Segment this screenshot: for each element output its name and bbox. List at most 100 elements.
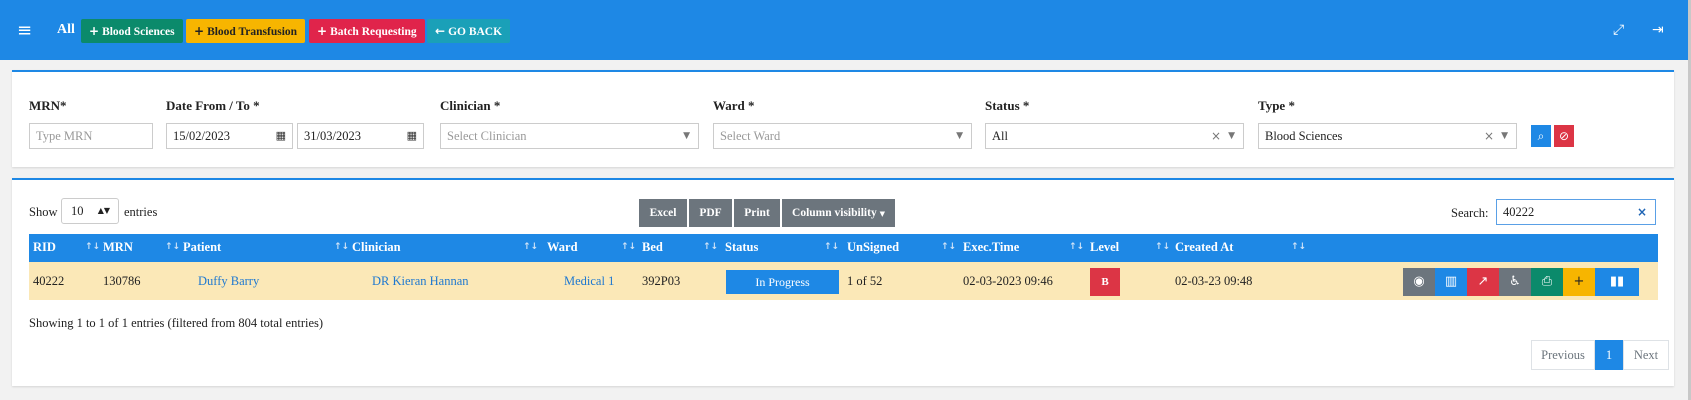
wheelchair-button[interactable]: ♿ [1499,268,1531,296]
view-button[interactable]: ◉ [1403,268,1435,296]
table-row[interactable]: 40222 130786 Duffy Barry DR Kieran Hanna… [29,262,1658,300]
col-patient[interactable]: Patient [183,234,221,262]
sort-icon: ↑↓ [1291,242,1307,252]
add-row-button[interactable]: + [1563,268,1595,296]
calendar-icon[interactable]: ▦ [276,124,286,148]
status-label: Status * [985,98,1030,113]
cell-mrn: 130786 [103,274,141,288]
clear-search-icon[interactable]: × [1637,200,1647,224]
search-input[interactable]: 40222 × [1496,199,1656,225]
clinician-select[interactable]: Select Clinician ▼ [440,123,699,149]
sort-icon: ↑↓ [85,242,101,252]
sort-icon: ↑↓ [621,242,637,252]
plus-icon: + [1573,274,1585,289]
ward-link[interactable]: Medical 1 [564,262,614,300]
col-level[interactable]: Level [1090,234,1119,262]
line-chart-button[interactable]: ↗ [1467,268,1499,296]
clear-icon[interactable]: × [1211,124,1221,148]
next-page-button[interactable]: Next [1623,340,1669,370]
type-label: Type * [1258,98,1295,113]
hamburger-menu-icon[interactable]: ≡ [17,22,32,40]
all-label[interactable]: All [57,22,75,38]
status-select[interactable]: All × ▼ [985,123,1244,149]
search-icon: ⌕ [1537,129,1545,143]
clear-icon[interactable]: × [1484,124,1494,148]
arrow-left-icon: ← [435,24,446,38]
plus-icon: + [89,24,100,38]
blood-transfusion-label: Blood Transfusion [207,26,298,38]
previous-page-button[interactable]: Previous [1531,340,1595,370]
go-back-button[interactable]: ← GO BACK [427,19,511,43]
bar-chart-button[interactable]: ▥ [1435,268,1467,296]
ward-select[interactable]: Select Ward ▼ [713,123,972,149]
cell-exec-time: 02-03-2023 09:46 [963,274,1053,288]
logout-icon[interactable]: ⇥ [1652,22,1664,38]
show-label: Show [29,205,58,219]
search-label: Search: [1451,206,1489,220]
pdf-button[interactable]: PDF [689,199,732,227]
mrn-input[interactable]: Type MRN [29,123,153,149]
col-exec-time[interactable]: Exec.Time [963,234,1019,262]
blood-sciences-button[interactable]: + Blood Sciences [81,19,183,43]
ban-icon: ⊘ [1558,129,1570,143]
calendar-icon[interactable]: ▦ [407,124,417,148]
sort-icon: ↑↓ [523,242,539,252]
col-rid[interactable]: RID [33,234,56,262]
entries-value: 10 [71,204,84,218]
clinician-link[interactable]: DR Kieran Hannan [372,262,469,300]
date-to-input[interactable]: 31/03/2023 ▦ [297,123,424,149]
type-select[interactable]: Blood Sciences × ▼ [1258,123,1517,149]
date-label: Date From / To * [166,98,260,113]
fullscreen-icon[interactable]: ⤢ [1613,22,1624,38]
date-from-input[interactable]: 15/02/2023 ▦ [166,123,293,149]
ward-label: Ward * [713,98,755,113]
col-ward[interactable]: Ward [547,234,578,262]
col-unsigned[interactable]: UnSigned [847,234,899,262]
status-value: All [992,129,1008,143]
col-bed[interactable]: Bed [642,234,663,262]
type-value: Blood Sciences [1265,129,1343,143]
table-header: RID ↑↓ MRN ↑↓ Patient ↑↓ Clinician ↑↓ Ward ↑↓… [29,234,1658,262]
excel-button[interactable]: Excel [639,199,687,227]
sort-icon: ↑↓ [334,242,350,252]
date-from-value: 15/02/2023 [173,129,230,143]
cell-unsigned: 1 of 52 [847,274,883,288]
page-1-button[interactable]: 1 [1595,340,1623,370]
sort-icon: ↑↓ [941,242,957,252]
entries-select[interactable]: 10 ▲▼ [61,198,119,224]
col-created-at[interactable]: Created At [1175,234,1233,262]
barcode-button[interactable]: ▮▮ [1595,268,1639,296]
batch-requesting-button[interactable]: + Batch Requesting [309,19,425,43]
search-button[interactable]: ⌕ [1531,125,1551,147]
level-badge: B [1090,268,1120,296]
caret-down-icon: ▼ [879,210,885,218]
col-clinician[interactable]: Clinician [352,234,401,262]
blood-sciences-label: Blood Sciences [102,26,175,38]
ward-placeholder: Select Ward [720,129,781,143]
chevron-down-icon: ▼ [683,131,690,141]
cell-bed: 392P03 [642,274,681,288]
filter-panel: MRN* Type MRN Date From / To * 15/02/202… [12,70,1674,167]
go-back-label: GO BACK [448,26,503,38]
print-button[interactable]: Print [734,199,780,227]
chevron-down-icon: ▼ [956,131,963,141]
entries-label: entries [124,205,158,219]
print-row-button[interactable]: ⎙ [1531,268,1563,296]
col-mrn[interactable]: MRN [103,234,133,262]
clinician-label: Clinician * [440,98,501,113]
col-status[interactable]: Status [725,234,758,262]
updown-icon: ▲▼ [97,206,110,215]
sort-icon: ↑↓ [824,242,840,252]
chevron-down-icon: ▼ [1228,131,1235,141]
date-to-value: 31/03/2023 [304,129,361,143]
reset-button[interactable]: ⊘ [1554,125,1574,147]
mrn-label: MRN* [29,98,67,113]
blood-transfusion-button[interactable]: + Blood Transfusion [186,19,306,43]
barcode-icon: ▮▮ [1609,274,1625,289]
plus-icon: + [317,24,328,38]
column-visibility-button[interactable]: Column visibility ▼ [782,199,895,227]
print-icon: ⎙ [1541,274,1553,289]
sort-icon: ↑↓ [703,242,719,252]
chevron-down-icon: ▼ [1501,131,1508,141]
patient-link[interactable]: Duffy Barry [198,262,259,300]
